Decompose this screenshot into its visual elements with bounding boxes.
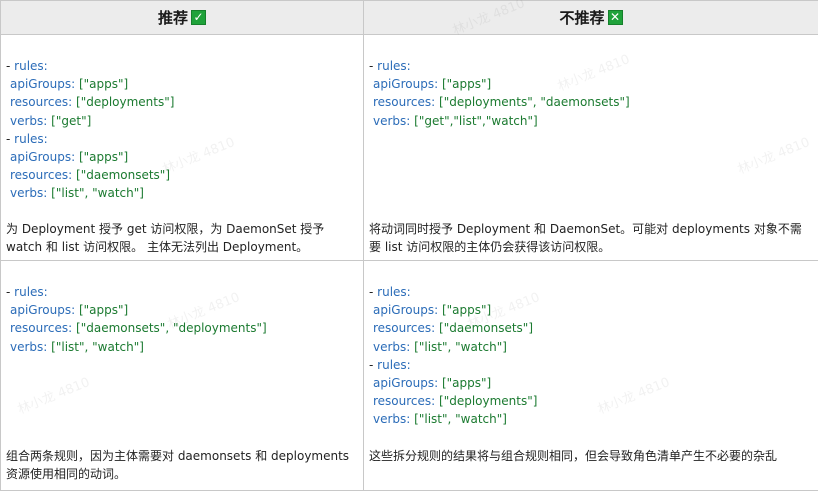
table-header-row: 推荐 ✓ 不推荐 ✕ [0,0,818,35]
yaml-line-verbs: verbs: ["list", "watch"] [6,338,363,356]
yaml-value-apigroups: ["apps"] [78,150,129,165]
yaml-dash: - [6,131,15,146]
cell-description: 组合两条规则，因为主体需要对 daemonsets 和 deployments … [6,449,350,481]
cell-description: 这些拆分规则的结果将与组合规则相同，但会导致角色清单产生不必要的杂乱 [369,449,778,463]
yaml-line-apigroups: apiGroups: ["apps"] [6,75,363,93]
yaml-key-resources: resources: [10,321,77,336]
yaml-key-verbs: verbs: [373,113,415,128]
yaml-line-resources: resources: ["daemonsets"] [6,166,363,184]
yaml-line-resources: resources: ["daemonsets", "deployments"] [6,319,363,337]
yaml-line-rules: - rules: [369,356,818,374]
yaml-key-rules: rules: [377,357,411,372]
yaml-key-resources: resources: [373,95,440,110]
yaml-dash: - [369,285,378,299]
yaml-key-resources: resources: [10,95,77,110]
not-recommended-label: 不推荐 [559,9,605,27]
recommended-label: 推荐 [157,9,188,27]
yaml-line-resources: resources: ["deployments"] [369,392,818,410]
yaml-value-apigroups: ["apps"] [441,376,492,391]
yaml-dash: - [6,285,15,299]
yaml-line-resources: resources: ["deployments"] [6,93,363,111]
yaml-value-resources: ["daemonsets"] [76,168,170,183]
cell-recommended: - rules: apiGroups: ["apps"] resources: ["… [0,260,364,491]
check-mark-icon: ✓ [191,10,206,25]
table-row: - rules: apiGroups: ["apps"] resources: ["… [0,260,818,491]
cell-description: 为 Deployment 授予 get 访问权限，为 DaemonSet 授予 … [6,222,325,254]
yaml-line-resources: resources: ["deployments", "daemonsets"] [369,93,818,111]
yaml-value-resources: ["deployments"] [439,394,538,409]
yaml-value-apigroups: ["apps"] [78,77,129,92]
yaml-block: - rules: apiGroups: ["apps"] resources: ["… [364,261,818,429]
yaml-block: - rules: apiGroups: ["apps"] resources: ["… [1,261,363,356]
yaml-block: - rules: apiGroups: ["apps"] resources: ["… [1,35,363,203]
yaml-key-verbs: verbs: [10,339,52,354]
yaml-key-apigroups: apiGroups: [373,303,442,318]
yaml-line-resources: resources: ["daemonsets"] [369,319,818,337]
not-recommended-header: 不推荐 ✕ [363,0,818,35]
yaml-key-apigroups: apiGroups: [10,150,79,165]
yaml-key-rules: rules: [14,285,48,299]
yaml-value-resources: ["deployments"] [76,95,175,110]
yaml-dash: - [369,59,378,73]
recommended-header: 推荐 ✓ [0,0,364,35]
cell-not-recommended: - rules: apiGroups: ["apps"] resources: ["… [363,34,818,261]
yaml-key-rules: rules: [14,131,48,146]
yaml-value-verbs: ["list", "watch"] [414,412,507,427]
yaml-key-verbs: verbs: [10,186,52,201]
yaml-line-apigroups: apiGroups: ["apps"] [369,374,818,392]
yaml-line-rules: - rules: [6,130,363,148]
yaml-key-verbs: verbs: [10,113,52,128]
yaml-line-verbs: verbs: ["list", "watch"] [369,338,818,356]
yaml-key-rules: rules: [377,285,411,299]
yaml-line-rules: - rules: [6,57,363,75]
cell-not-recommended: - rules: apiGroups: ["apps"] resources: ["… [363,260,818,491]
cross-mark-icon: ✕ [607,10,623,25]
yaml-key-apigroups: apiGroups: [373,376,442,391]
yaml-line-verbs: verbs: ["list", "watch"] [369,410,818,428]
yaml-block: - rules: apiGroups: ["apps"] resources: ["… [364,35,818,130]
yaml-line-verbs: verbs: ["get","list","watch"] [369,112,818,130]
yaml-key-verbs: verbs: [373,412,415,427]
yaml-value-verbs: ["get"] [51,113,92,128]
yaml-value-verbs: ["get","list","watch"] [414,113,538,128]
yaml-dash: - [369,357,378,372]
table-row: - rules: apiGroups: ["apps"] resources: ["… [0,34,818,261]
yaml-value-apigroups: ["apps"] [78,303,129,318]
yaml-line-verbs: verbs: ["get"] [6,112,363,130]
yaml-value-resources: ["daemonsets", "deployments"] [76,321,267,336]
yaml-key-rules: rules: [377,59,411,73]
yaml-key-resources: resources: [10,168,77,183]
yaml-value-verbs: ["list", "watch"] [51,186,144,201]
yaml-value-apigroups: ["apps"] [441,77,492,92]
yaml-line-rules: - rules: [369,57,818,75]
yaml-key-verbs: verbs: [373,339,415,354]
yaml-value-verbs: ["list", "watch"] [414,339,507,354]
yaml-value-verbs: ["list", "watch"] [51,339,144,354]
yaml-line-apigroups: apiGroups: ["apps"] [369,301,818,319]
yaml-value-resources: ["daemonsets"] [439,321,533,336]
yaml-key-apigroups: apiGroups: [10,303,79,318]
yaml-key-apigroups: apiGroups: [373,77,442,92]
cell-recommended: - rules: apiGroups: ["apps"] resources: ["… [0,34,364,261]
yaml-line-verbs: verbs: ["list", "watch"] [6,184,363,202]
yaml-key-resources: resources: [373,321,440,336]
yaml-key-resources: resources: [373,394,440,409]
yaml-key-apigroups: apiGroups: [10,77,79,92]
yaml-key-rules: rules: [14,59,48,73]
yaml-line-rules: - rules: [6,283,363,301]
yaml-line-apigroups: apiGroups: ["apps"] [369,75,818,93]
comparison-table: 推荐 ✓ 不推荐 ✕ - rules: apiGroups: ["apps"] re… [0,0,818,491]
yaml-line-apigroups: apiGroups: ["apps"] [6,301,363,319]
yaml-dash: - [6,59,15,73]
yaml-value-resources: ["deployments", "daemonsets"] [439,95,630,110]
cell-description: 将动词同时授予 Deployment 和 DaemonSet。可能对 deplo… [369,222,802,254]
yaml-line-rules: - rules: [369,283,818,301]
yaml-line-apigroups: apiGroups: ["apps"] [6,148,363,166]
yaml-value-apigroups: ["apps"] [441,303,492,318]
